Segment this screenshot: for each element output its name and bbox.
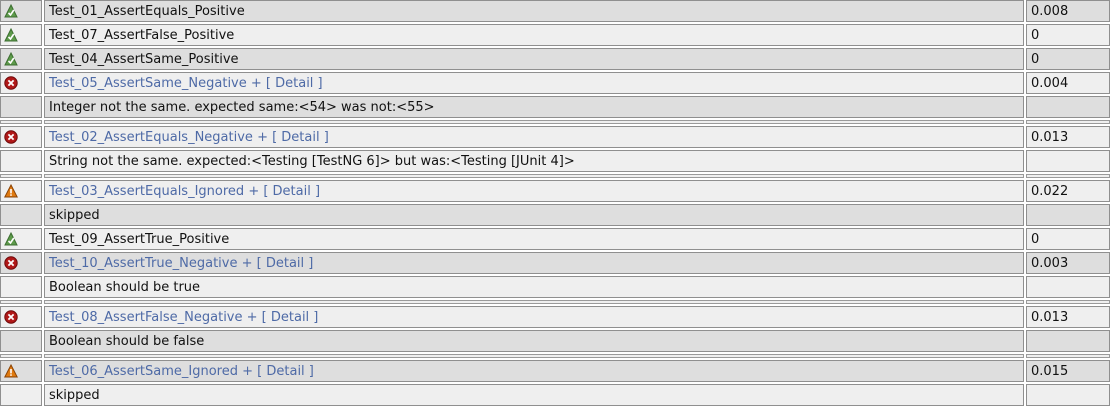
test-time: 0 (1026, 228, 1110, 250)
table-row: Integer not the same. expected same:<54>… (0, 96, 1110, 118)
test-time: 0.003 (1026, 252, 1110, 274)
detail-link[interactable]: + [ Detail ] (248, 184, 320, 199)
skip-message: skipped (44, 384, 1024, 406)
table-row: Test_10_AssertTrue_Negative + [ Detail ]… (0, 252, 1110, 274)
table-row: skipped (0, 204, 1110, 226)
test-time: 0.013 (1026, 306, 1110, 328)
test-name-link[interactable]: Test_02_AssertEquals_Negative (49, 130, 253, 145)
failure-message: Integer not the same. expected same:<54>… (44, 96, 1024, 118)
table-row: Test_04_AssertSame_Positive 0 (0, 48, 1110, 70)
test-time: 0.008 (1026, 0, 1110, 22)
test-name-link[interactable]: Test_06_AssertSame_Ignored (49, 364, 238, 379)
detail-link[interactable]: + [ Detail ] (242, 256, 314, 271)
test-time: 0 (1026, 24, 1110, 46)
row-separator (0, 300, 1110, 304)
row-separator (0, 120, 1110, 124)
detail-link[interactable]: + [ Detail ] (257, 130, 329, 145)
skip-icon (4, 184, 18, 198)
test-name-link[interactable]: Test_05_AssertSame_Negative (49, 76, 247, 91)
test-results-table: Test_01_AssertEquals_Positive 0.008 Test… (0, 0, 1110, 408)
table-row: skipped (0, 384, 1110, 406)
failure-message: Boolean should be false (44, 330, 1024, 352)
table-row: String not the same. expected:<Testing [… (0, 150, 1110, 172)
row-separator (0, 174, 1110, 178)
detail-link[interactable]: + [ Detail ] (251, 76, 323, 91)
test-name-link[interactable]: Test_03_AssertEquals_Ignored (49, 184, 244, 199)
failure-message: String not the same. expected:<Testing [… (44, 150, 1024, 172)
table-row: Test_07_AssertFalse_Positive 0 (0, 24, 1110, 46)
fail-icon (4, 310, 18, 324)
table-row: Test_06_AssertSame_Ignored + [ Detail ] … (0, 360, 1110, 382)
table-row: Boolean should be true (0, 276, 1110, 298)
table-row: Test_05_AssertSame_Negative + [ Detail ]… (0, 72, 1110, 94)
test-name-link[interactable]: Test_10_AssertTrue_Negative (49, 256, 237, 271)
pass-icon (4, 232, 18, 246)
fail-icon (4, 130, 18, 144)
table-row: Test_09_AssertTrue_Positive 0 (0, 228, 1110, 250)
table-row: Test_08_AssertFalse_Negative + [ Detail … (0, 306, 1110, 328)
test-time: 0.013 (1026, 126, 1110, 148)
pass-icon (4, 52, 18, 66)
test-name: Test_04_AssertSame_Positive (44, 48, 1024, 70)
test-time: 0.015 (1026, 360, 1110, 382)
test-time: 0.022 (1026, 180, 1110, 202)
failure-message: Boolean should be true (44, 276, 1024, 298)
pass-icon (4, 28, 18, 42)
test-name: Test_09_AssertTrue_Positive (44, 228, 1024, 250)
table-row: Test_01_AssertEquals_Positive 0.008 (0, 0, 1110, 22)
test-time: 0.004 (1026, 72, 1110, 94)
skip-icon (4, 364, 18, 378)
fail-icon (4, 256, 18, 270)
test-time: 0 (1026, 48, 1110, 70)
table-row: Test_03_AssertEquals_Ignored + [ Detail … (0, 180, 1110, 202)
test-name-link[interactable]: Test_08_AssertFalse_Negative (49, 310, 243, 325)
test-name: Test_01_AssertEquals_Positive (44, 0, 1024, 22)
table-row: Test_02_AssertEquals_Negative + [ Detail… (0, 126, 1110, 148)
pass-icon (4, 4, 18, 18)
table-row: Boolean should be false (0, 330, 1110, 352)
skip-message: skipped (44, 204, 1024, 226)
fail-icon (4, 76, 18, 90)
row-separator (0, 354, 1110, 358)
test-name: Test_07_AssertFalse_Positive (44, 24, 1024, 46)
detail-link[interactable]: + [ Detail ] (242, 364, 314, 379)
detail-link[interactable]: + [ Detail ] (247, 310, 319, 325)
